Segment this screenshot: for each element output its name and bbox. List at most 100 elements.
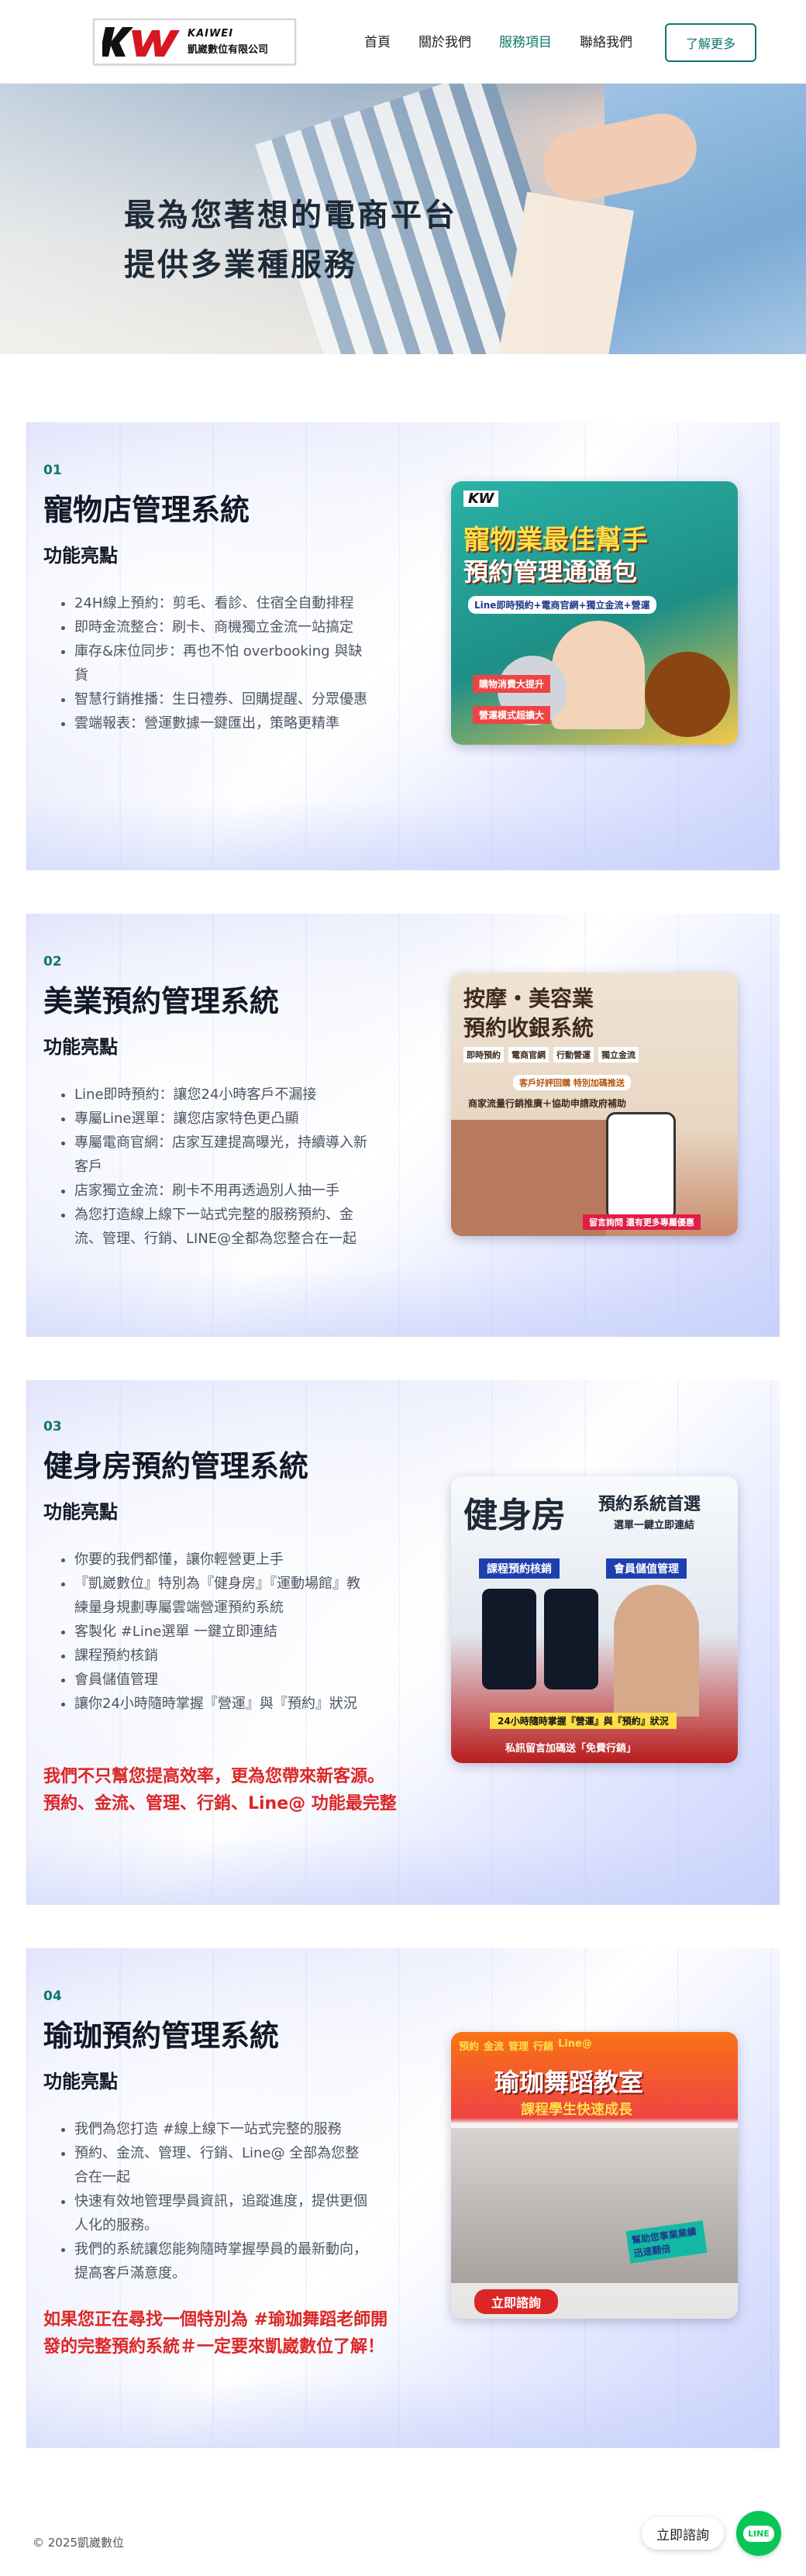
- feature-list: 我們為您打造 #線上線下一站式完整的服務 預約、金流、管理、行銷、Line@ 全…: [59, 2117, 369, 2285]
- card-tag-2: 營運模式超擴大: [473, 706, 551, 724]
- section-number: 02: [43, 954, 62, 969]
- line-chat-icon[interactable]: LINE: [736, 2511, 781, 2556]
- section-title: 健身房預約管理系統: [43, 1449, 309, 1483]
- section-number: 03: [43, 1419, 62, 1434]
- card-yoga-photo: [451, 2128, 738, 2283]
- brand-logo[interactable]: KAIWEI 凱崴數位有限公司: [93, 19, 296, 65]
- card-tag-1: 購物消費大提升: [473, 675, 551, 693]
- check-item: 管理: [508, 2041, 529, 2053]
- section-title: 美業預約管理系統: [43, 984, 280, 1018]
- card-footer-tag: 留言詢問 還有更多專屬優惠: [583, 1214, 701, 1230]
- main-menu: 首頁 關於我們 服務項目 聯絡我們: [364, 31, 660, 50]
- learn-more-button[interactable]: 了解更多: [665, 23, 756, 62]
- menu-services[interactable]: 服務項目: [499, 31, 552, 50]
- card-footer-line-1: 24小時隨時掌握『營運』與『預約』狀況: [490, 1713, 677, 1729]
- list-item: 專屬Line選單：讓您店家特色更凸顯: [74, 1107, 369, 1131]
- card-headline-1: 寵物業最佳幫手: [463, 525, 648, 556]
- list-item: 庫存&床位同步：再也不怕 overbooking 與缺貨: [74, 639, 369, 687]
- card-footer-line-2: 私訊留言加碼送「免費行銷」: [505, 1743, 637, 1755]
- section-subtitle: 功能亮點: [43, 1501, 118, 1523]
- check-item: 預約: [459, 2041, 480, 2053]
- check-item: 行銷: [533, 2041, 554, 2053]
- list-item: 為您打造線上線下一站式完整的服務預約、金流、管理、行銷、LINE@全都為您整合在…: [74, 1203, 369, 1251]
- card-tag-1: 客戶好評回購 特別加碼推送: [513, 1075, 631, 1090]
- pet-promo-card: KW 寵物業最佳幫手 預約管理通通包 Line即時預約+電商官網+獨立金流+營運…: [451, 481, 738, 745]
- service-beauty: 02 美業預約管理系統 功能亮點 Line即時預約：讓您24小時客戶不漏接 專屬…: [26, 914, 780, 1337]
- card-checks: 預約 金流 管理 行銷 Line@: [459, 2038, 592, 2053]
- list-item: 店家獨立金流：刷卡不用再透過別人抽一手: [74, 1179, 369, 1203]
- list-item: 『凱崴數位』特別為『健身房』『運動場館』教練量身規劃專屬雲端營運預約系統: [74, 1572, 369, 1620]
- card-brand: KW: [463, 491, 499, 507]
- section-title: 寵物店管理系統: [43, 493, 250, 527]
- check-item: 金流: [484, 2041, 505, 2053]
- check-item: Line@: [558, 2038, 592, 2050]
- section-number: 01: [43, 463, 62, 478]
- list-item: 課程預約核銷: [74, 1644, 369, 1668]
- hero-banner: 最為您著想的電商平台 提供多業種服務: [0, 84, 806, 354]
- card-tag-2: 商家流量行銷推廣＋協助申請政府補助: [468, 1098, 627, 1109]
- card-cta: 立即諮詢: [474, 2289, 559, 2314]
- card-headline-1: 瑜珈舞蹈教室: [494, 2068, 644, 2097]
- section-subtitle: 功能亮點: [43, 1036, 118, 1058]
- menu-about[interactable]: 關於我們: [418, 31, 471, 50]
- check-item: 獨立金流: [598, 1047, 639, 1062]
- list-item: 客製化 #Line選單 一鍵立即連結: [74, 1620, 369, 1644]
- list-item: 預約、金流、管理、行銷、Line@ 全部為您整合在一起: [74, 2141, 369, 2189]
- hero-line-2: 提供多業種服務: [124, 247, 357, 283]
- hero-line-1: 最為您著想的電商平台: [124, 198, 457, 233]
- consult-now-button[interactable]: 立即諮詢: [642, 2517, 724, 2550]
- menu-contact[interactable]: 聯絡我們: [580, 31, 632, 50]
- list-item: 24H線上預約：剪毛、看診、住宿全自動排程: [74, 591, 369, 615]
- list-item: 快速有效地管理學員資訊，追蹤進度，提供更個人化的服務。: [74, 2189, 369, 2237]
- section-number: 04: [43, 1989, 62, 2004]
- check-item: 行動營運: [553, 1047, 594, 1062]
- card-phone-icon: [482, 1589, 536, 1689]
- card-headline-2: 預約系統首選: [598, 1495, 701, 1514]
- card-tag-2: 會員儲值管理: [606, 1558, 687, 1579]
- card-headline-2: 預約收銀系統: [463, 1015, 594, 1041]
- card-phone-icon: [606, 1112, 676, 1221]
- service-pet: 01 寵物店管理系統 功能亮點 24H線上預約：剪毛、看診、住宿全自動排程 即時…: [26, 422, 780, 870]
- card-headline-2: 課程學生快速成長: [521, 2102, 632, 2118]
- feature-list: 你要的我們都懂，讓你輕營更上手 『凱崴數位』特別為『健身房』『運動場館』教練量身…: [59, 1548, 369, 1716]
- gym-promo-card: 健身房 預約系統首選 選單一鍵立即連結 課程預約核銷 會員儲值管理 24小時隨時…: [451, 1476, 738, 1763]
- list-item: 專屬電商官網：店家互建提高曝光，持續導入新客戶: [74, 1131, 369, 1179]
- card-headline-2: 預約管理通通包: [463, 557, 638, 587]
- feature-list: Line即時預約：讓您24小時客戶不漏接 專屬Line選單：讓您店家特色更凸顯 …: [59, 1083, 369, 1251]
- logo-english: KAIWEI: [188, 28, 234, 40]
- yoga-promo-card: 預約 金流 管理 行銷 Line@ 瑜珈舞蹈教室 課程學生快速成長 幫助您事業業…: [451, 2032, 738, 2319]
- card-phone-icon-2: [544, 1589, 598, 1689]
- beauty-promo-card: 按摩・美容業 預約收銀系統 即時預約 電商官網 行動營運 獨立金流 客戶好評回購…: [451, 973, 738, 1236]
- service-gym: 03 健身房預約管理系統 功能亮點 你要的我們都懂，讓你輕營更上手 『凱崴數位』…: [26, 1380, 780, 1905]
- list-item: 即時金流整合：刷卡、商機獨立金流一站搞定: [74, 615, 369, 639]
- card-checks: 即時預約 電商官網 行動營運 獨立金流: [463, 1047, 639, 1062]
- logo-chinese: 凱崴數位有限公司: [188, 44, 269, 56]
- section-title: 瑜珈預約管理系統: [43, 2019, 280, 2053]
- list-item: 智慧行銷推播：生日禮券、回購提醒、分眾優惠: [74, 687, 369, 711]
- card-dog-photo: [645, 652, 730, 737]
- copyright-text: © 2025凱崴數位: [33, 2536, 124, 2550]
- card-headline-1: 按摩・美容業: [463, 986, 594, 1011]
- list-item: 我們為您打造 #線上線下一站式完整的服務: [74, 2117, 369, 2141]
- service-yoga: 04 瑜珈預約管理系統 功能亮點 我們為您打造 #線上線下一站式完整的服務 預約…: [26, 1948, 780, 2448]
- kw-logo-icon: [102, 27, 180, 57]
- card-features: Line即時預約+電商官網+獨立金流+營運: [468, 596, 656, 614]
- logo-text: KAIWEI 凱崴數位有限公司: [188, 28, 268, 56]
- hero-heading: 最為您著想的電商平台 提供多業種服務: [124, 191, 457, 290]
- card-tag-1: 課程預約核銷: [479, 1558, 560, 1579]
- list-item: 雲端報表：營運數據一鍵匯出，策略更精準: [74, 711, 369, 735]
- menu-home[interactable]: 首頁: [364, 31, 391, 50]
- top-nav: KAIWEI 凱崴數位有限公司 首頁 關於我們 服務項目 聯絡我們 了解更多: [0, 0, 806, 84]
- promo-note: 如果您正在尋找一個特別為 #瑜珈舞蹈老師開發的完整預約系統＃一定要來凱崴數位了解…: [43, 2310, 388, 2357]
- check-item: 電商官網: [508, 1047, 549, 1062]
- section-subtitle: 功能亮點: [43, 545, 118, 567]
- list-item: 你要的我們都懂，讓你輕營更上手: [74, 1548, 369, 1572]
- promo-note: 我們不只幫您提高效率，更為您帶來新客源。 預約、金流、管理、行銷、Line@ 功…: [43, 1767, 397, 1813]
- list-item: 讓你24小時隨時掌握『營運』與『預約』狀況: [74, 1692, 369, 1716]
- line-icon-label: LINE: [743, 2525, 774, 2542]
- card-trainer-photo: [614, 1585, 699, 1717]
- card-headline-1: 健身房: [463, 1496, 566, 1535]
- card-headline-3: 選單一鍵立即連結: [614, 1520, 695, 1531]
- feature-list: 24H線上預約：剪毛、看診、住宿全自動排程 即時金流整合：刷卡、商機獨立金流一站…: [59, 591, 369, 735]
- list-item: 會員儲值管理: [74, 1668, 369, 1692]
